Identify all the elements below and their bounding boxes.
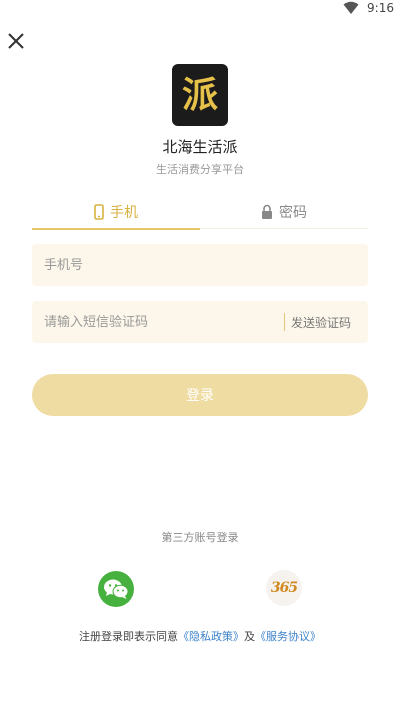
third-party-title: 第三方账号登录 [161,531,239,544]
tab-phone-label: 手机 [110,205,138,221]
privacy-policy-link[interactable]: 《隐私政策》 [178,630,244,643]
status-bar: 9:16 [0,0,400,16]
brand-365-login-button[interactable]: 365 [266,570,302,606]
wechat-login-button[interactable] [98,571,134,607]
send-code-button[interactable]: 发送验证码 [291,314,351,331]
tab-password[interactable]: 密码 [200,194,368,230]
app-subtitle: 生活消费分享平台 [156,163,244,176]
login-screen: 9:16 派 北海生活派 生活消费分享平台 手机 密码 手机号 请输入短信验证码… [0,0,400,710]
agreement-prefix: 注册登录即表示同意 [79,630,178,643]
sms-divider [284,313,285,331]
tab-phone[interactable]: 手机 [32,194,200,230]
wechat-icon [104,579,129,599]
brand-365-logo: 365 [270,580,298,596]
login-button[interactable]: 登录 [32,374,368,416]
close-icon [8,33,24,49]
status-time: 9:16 [367,1,394,15]
app-name: 北海生活派 [162,138,238,156]
sms-code-field: 发送验证码 [32,301,368,343]
tab-password-label: 密码 [279,205,307,221]
app-logo: 派 [172,64,228,126]
lock-icon [262,204,272,219]
sms-code-input[interactable] [44,314,284,330]
wifi-icon [343,1,359,14]
service-agreement-link[interactable]: 《服务协议》 [255,630,321,643]
phone-field [32,244,368,286]
logo-character: 派 [181,74,218,116]
agreement-conjunction: 及 [244,630,255,643]
phone-input[interactable] [44,257,356,273]
close-button[interactable] [6,31,26,51]
login-tabs: 手机 密码 [32,194,368,230]
phone-icon [94,204,104,220]
agreement-text: 注册登录即表示同意《隐私政策》及《服务协议》 [0,628,400,644]
